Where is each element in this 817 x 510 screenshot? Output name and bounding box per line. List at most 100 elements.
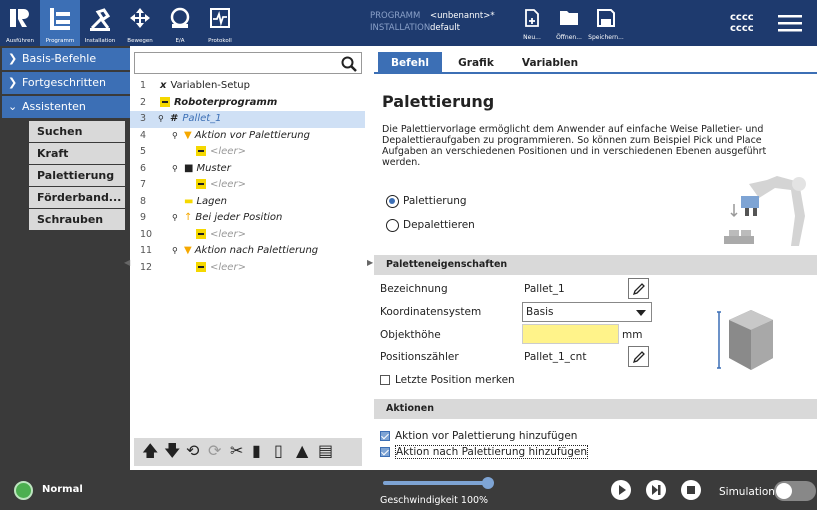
- expand-pin-icon[interactable]: ⚲: [172, 243, 178, 260]
- tree-row[interactable]: 4 ⚲ ▼ Aktion vor Palettierung: [130, 128, 365, 145]
- move-down-icon[interactable]: 🡇: [164, 442, 180, 460]
- move-tab[interactable]: Bewegen: [120, 0, 160, 46]
- sidebar-item-conveyor[interactable]: Förderband...: [29, 187, 125, 209]
- speed-slider[interactable]: [383, 481, 488, 485]
- category-wizards[interactable]: ⌄ Assistenten: [2, 96, 130, 118]
- tree-node-label: Lagen: [196, 195, 227, 207]
- copy-icon[interactable]: ▮: [252, 442, 261, 460]
- sidebar-item-force[interactable]: Kraft: [29, 143, 125, 165]
- undo-icon[interactable]: ⟲: [186, 442, 199, 460]
- collapse-tree-icon[interactable]: ▶: [367, 258, 373, 267]
- redo-icon[interactable]: ⟳: [208, 442, 221, 460]
- empty-node-icon: [196, 228, 206, 239]
- category-basic[interactable]: ❯ Basis-Befehle: [2, 48, 130, 70]
- edit-counter-button[interactable]: [628, 346, 649, 367]
- delete-icon[interactable]: ▲: [296, 442, 308, 460]
- name-label: Bezeichnung: [380, 283, 448, 295]
- tree-node-label: Roboterprogramm: [174, 96, 278, 108]
- simulation-label: Simulation: [719, 486, 775, 498]
- log-tab[interactable]: Protokoll: [200, 0, 240, 46]
- radio-palletize[interactable]: Palettierung: [386, 194, 467, 208]
- tree-row[interactable]: 6 ⚲ ■ Muster: [130, 161, 365, 178]
- program-tab[interactable]: Programm: [40, 0, 80, 46]
- search-icon[interactable]: [341, 56, 357, 72]
- robot-status-icon[interactable]: [14, 481, 33, 500]
- speed-label: Geschwindigkeit 100%: [380, 495, 489, 506]
- tree-row[interactable]: 10 <leer>: [130, 227, 365, 244]
- suppress-icon[interactable]: ▤: [318, 442, 333, 460]
- play-icon: [619, 485, 626, 495]
- hamburger-menu-icon[interactable]: [778, 13, 802, 33]
- tree-row[interactable]: 12 <leer>: [130, 260, 365, 277]
- expand-pin-icon[interactable]: ⚲: [172, 210, 178, 227]
- stop-button[interactable]: [681, 480, 701, 500]
- move-tab-label: Bewegen: [127, 38, 153, 44]
- run-tab[interactable]: Ausführen: [0, 0, 40, 46]
- tree-row[interactable]: 1 x Variablen-Setup: [130, 78, 365, 95]
- expand-pin-icon[interactable]: ⚲: [172, 128, 178, 145]
- edit-name-button[interactable]: [628, 278, 649, 299]
- tree-search-input[interactable]: [134, 52, 362, 74]
- pencil-icon: [632, 351, 645, 364]
- add-action-after-checkbox[interactable]: Aktion nach Palettierung hinzufügen: [380, 445, 589, 459]
- save-icon: [597, 9, 615, 27]
- expand-pin-icon[interactable]: ⚲: [172, 161, 178, 178]
- tab-command[interactable]: Befehl: [378, 52, 442, 74]
- sidebar-item-palletizing[interactable]: Palettierung: [29, 165, 125, 187]
- tree-node-label: Muster: [196, 162, 231, 174]
- tree-row[interactable]: 5 <leer>: [130, 144, 365, 161]
- empty-node-icon: [196, 179, 206, 189]
- line-number: 1: [140, 80, 147, 91]
- tree-row[interactable]: 7 <leer>: [130, 177, 365, 194]
- io-tab[interactable]: E/A: [160, 0, 200, 46]
- tab-graphics[interactable]: Grafik: [446, 52, 506, 74]
- editor-tabs: Befehl Grafik Variablen: [374, 52, 817, 74]
- tree-row[interactable]: 2 Roboterprogramm: [130, 95, 365, 112]
- object-height-input[interactable]: [522, 324, 619, 344]
- paste-icon[interactable]: ▯: [274, 442, 283, 460]
- add-action-before-checkbox[interactable]: Aktion vor Palettierung hinzufügen: [380, 430, 577, 443]
- installation-tab-label: Installation: [84, 38, 116, 44]
- radio-depalletize[interactable]: Depalettieren: [386, 218, 475, 232]
- new-button[interactable]: Neu...: [512, 2, 552, 46]
- sidebar-item-search[interactable]: Suchen: [29, 121, 125, 143]
- step-button[interactable]: [646, 480, 666, 500]
- move-up-icon[interactable]: 🡅: [142, 442, 158, 460]
- cut-icon[interactable]: ✂: [230, 442, 243, 460]
- tree-row[interactable]: 9 ⚲ ↑ Bei jeder Position: [130, 210, 365, 227]
- coord-system-select[interactable]: Basis: [522, 302, 652, 322]
- expand-pin-icon[interactable]: ⚲: [158, 111, 164, 128]
- page-description: Die Palettiervorlage ermöglicht dem Anwe…: [382, 124, 767, 168]
- pencil-icon: [632, 283, 645, 296]
- remember-position-checkbox[interactable]: Letzte Position merken: [380, 374, 515, 387]
- play-button[interactable]: [611, 480, 631, 500]
- user-line-2: cccc: [730, 23, 754, 34]
- radio-depalletize-label: Depalettieren: [403, 219, 475, 231]
- tree-row[interactable]: 11 ⚲ ▼ Aktion nach Palettierung: [130, 243, 365, 260]
- tree-row[interactable]: 8 ▬ Lagen: [130, 194, 365, 211]
- category-advanced-label: Fortgeschritten: [22, 76, 106, 89]
- coord-label: Koordinatensystem: [380, 306, 482, 318]
- save-button-label: Speichern...: [588, 34, 624, 41]
- collapse-sidebar-icon[interactable]: ◀: [124, 258, 130, 267]
- save-button[interactable]: Speichern...: [586, 2, 626, 46]
- category-advanced[interactable]: ❯ Fortgeschritten: [2, 72, 130, 94]
- chevron-right-icon: ❯: [8, 52, 18, 65]
- speed-slider-handle[interactable]: [482, 477, 494, 489]
- object-height-cube-illustration: [717, 310, 773, 370]
- open-button[interactable]: Öffnen...: [549, 2, 589, 46]
- sidebar-item-screwing[interactable]: Schrauben: [29, 209, 125, 231]
- program-icon: [50, 8, 70, 30]
- tree-node-label: Pallet_1: [182, 113, 222, 124]
- section-actions: Aktionen: [374, 399, 817, 419]
- variable-icon: x: [160, 80, 167, 91]
- tree-row-selected[interactable]: 3 ⚲ # Pallet_1: [130, 111, 365, 128]
- top-bar: Ausführen Programm Installation Bewegen …: [0, 0, 817, 46]
- simulation-toggle[interactable]: [774, 481, 816, 501]
- tree-node-label: Aktion nach Palettierung: [194, 245, 319, 256]
- tab-variables[interactable]: Variablen: [510, 52, 590, 74]
- line-number: 11: [140, 245, 153, 256]
- section-pallet-properties: Paletteneigenschaften: [374, 255, 817, 275]
- installation-tab[interactable]: Installation: [80, 0, 120, 46]
- node-editor: Befehl Grafik Variablen Palettierung Die…: [374, 46, 817, 470]
